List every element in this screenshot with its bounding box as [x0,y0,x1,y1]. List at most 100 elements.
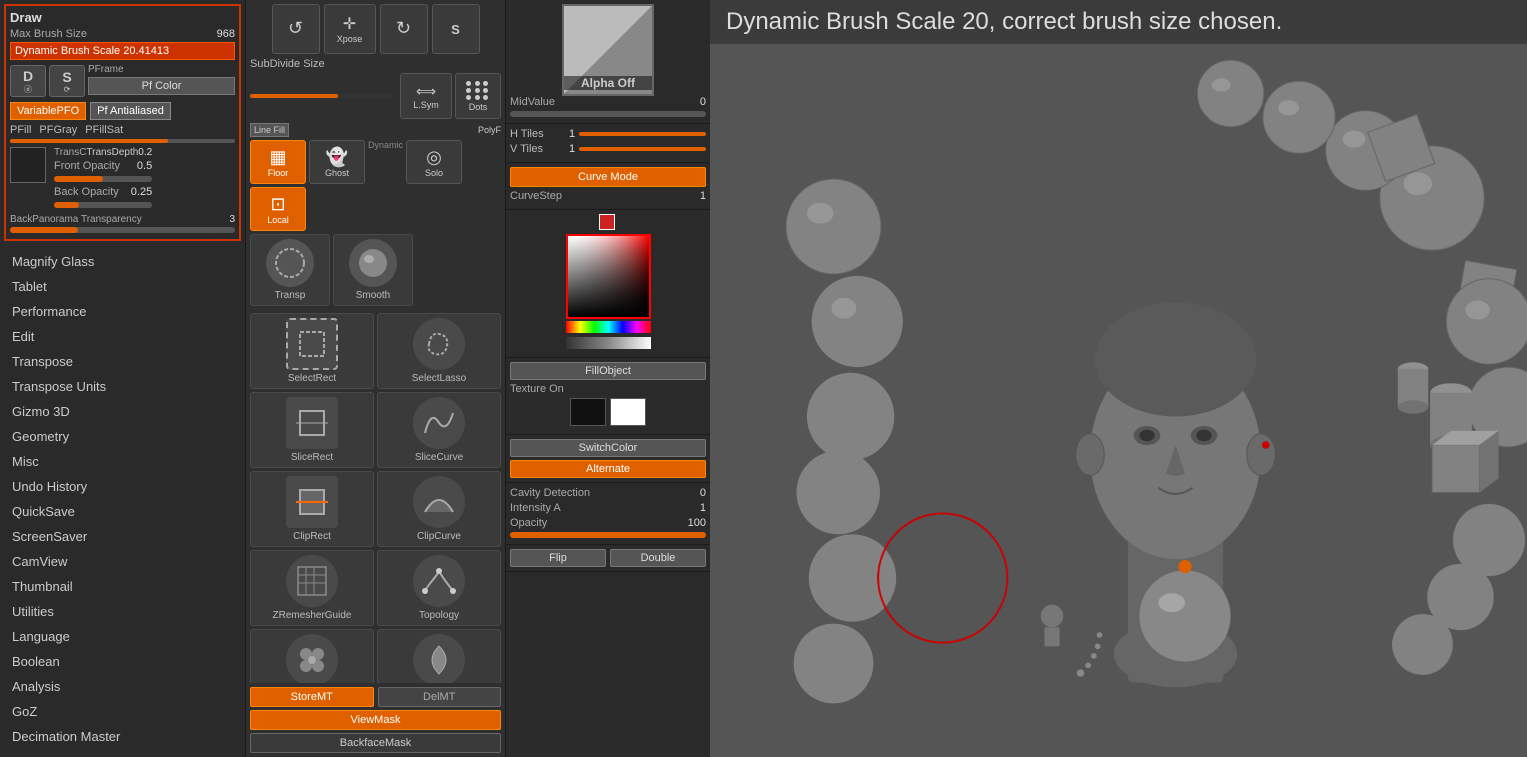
color-picker-section [506,210,710,358]
nav-item-quicksave[interactable]: QuickSave [0,499,245,524]
pfgray-label[interactable]: PFGray [39,124,77,136]
nav-item-undo-history[interactable]: Undo History [0,474,245,499]
smooth-btn[interactable]: Smooth [333,234,413,306]
color-value-bar[interactable] [566,337,651,349]
slicerect-label: SliceRect [291,452,333,463]
nav-item-thumbnail[interactable]: Thumbnail [0,574,245,599]
floor-btn[interactable]: ▦ Floor [250,140,306,184]
nav-item-utilities[interactable]: Utilities [0,599,245,624]
nav-item-decimation[interactable]: Decimation Master [0,724,245,749]
line-fill-badge: Line Fill [250,123,289,137]
nav-item-camview[interactable]: CamView [0,549,245,574]
line-fill-row: Line Fill PolyF [246,123,505,140]
pf-antialiased-btn[interactable]: Pf Antialiased [90,102,171,120]
alpha-off-display: Alpha Off [562,4,654,96]
del-mt-btn[interactable]: DelMT [378,687,502,707]
swatch-black[interactable] [570,398,606,426]
selectrect-btn[interactable]: SelectRect [250,313,374,389]
local-btn[interactable]: ⊡ Local [250,187,306,231]
mid-btn-circle-left[interactable]: ↺ [272,4,320,54]
topology-label: Topology [419,610,459,621]
fill-section: FillObject Texture On [506,358,710,435]
color-picker-area[interactable] [566,234,651,319]
nav-item-gizmo3d[interactable]: Gizmo 3D [0,399,245,424]
curvemulti-btn[interactable]: CurveMultiTube [250,629,374,683]
back-panorama-slider[interactable] [10,227,235,233]
variable-pfo-btn[interactable]: VariablePFO [10,102,86,120]
zremesher-btn[interactable]: ZRemesherGuide [250,550,374,626]
topology-btn[interactable]: Topology [377,550,501,626]
opacity-slider[interactable] [510,532,706,538]
mid-btn-circle-right[interactable]: ↻ [380,4,428,54]
pf-color-btn[interactable]: Pf Color [88,77,235,95]
nav-item-tablet[interactable]: Tablet [0,274,245,299]
alternate-btn[interactable]: Alternate [510,460,706,478]
color-picker-red-swatch[interactable] [599,214,615,230]
back-opacity-slider[interactable] [54,202,152,208]
nav-item-boolean[interactable]: Boolean [0,649,245,674]
fill-object-btn[interactable]: FillObject [510,362,706,380]
nav-item-goz[interactable]: GoZ [0,699,245,724]
nav-item-transpose-units[interactable]: Transpose Units [0,374,245,399]
mid-slider[interactable] [250,94,396,98]
selectrect-label: SelectRect [288,373,336,384]
viewport-header: Dynamic Brush Scale 20, correct brush si… [710,0,1527,44]
trans-color-swatch [10,147,46,183]
flip-btn[interactable]: Flip [510,549,606,567]
curvequad-btn[interactable]: CurveQuadFill [377,629,501,683]
h-tiles-label: H Tiles [510,128,565,140]
transp-btn[interactable]: Transp [250,234,330,306]
draw-s-btn[interactable]: S ⟳ [49,65,85,97]
middle-panel: ↺ ✛ Xpose ↻ S SubDivide Size ⟺ L.Sym [245,0,505,757]
nav-item-performance[interactable]: Performance [0,299,245,324]
nav-item-misc[interactable]: Misc [0,449,245,474]
swatch-white[interactable] [610,398,646,426]
h-tiles-slider[interactable] [579,132,706,136]
midvalue-slider[interactable] [510,111,706,117]
texture-on-label: Texture On [510,383,706,395]
ghost-btn[interactable]: 👻 Ghost [309,140,365,184]
cliprect-btn[interactable]: ClipRect [250,471,374,547]
dynamic-brush-row[interactable]: Dynamic Brush Scale 20.41413 [10,42,235,60]
max-brush-val: 968 [217,28,235,40]
draw-d-btn[interactable]: D ⓓ [10,65,46,97]
double-btn[interactable]: Double [610,549,706,567]
color-hue-bar[interactable] [566,321,651,333]
clipcurve-btn[interactable]: ClipCurve [377,471,501,547]
nav-item-magnify[interactable]: Magnify Glass [0,249,245,274]
switch-color-btn[interactable]: SwitchColor [510,439,706,457]
v-tiles-slider[interactable] [579,147,706,151]
nav-item-geometry[interactable]: Geometry [0,424,245,449]
backface-mask-btn[interactable]: BackfaceMask [250,733,501,753]
nav-item-transpose[interactable]: Transpose [0,349,245,374]
nav-item-screensaver[interactable]: ScreenSaver [0,524,245,549]
nav-item-edit[interactable]: Edit [0,324,245,349]
back-panorama-label: BackPanorama Transparency [10,214,142,225]
store-mt-btn[interactable]: StoreMT [250,687,374,707]
pfill-sat-label[interactable]: PFillSat [85,124,123,136]
curve-mode-btn[interactable]: Curve Mode [510,167,706,187]
front-opacity-slider[interactable] [54,176,152,182]
nav-item-language[interactable]: Language [0,624,245,649]
zremesher-label: ZRemesherGuide [273,610,352,621]
props-panel: Alpha Off MidValue 0 H Tiles 1 V Tiles 1… [505,0,710,757]
flip-section: Flip Double [506,545,710,572]
slicecurve-btn[interactable]: SliceCurve [377,392,501,468]
pfill-slider[interactable] [10,139,235,143]
solo-btn[interactable]: ◎ Solo [406,140,462,184]
store-del-row: StoreMT DelMT ViewMask BackfaceMask [246,683,505,757]
selectlasso-btn[interactable]: SelectLasso [377,313,501,389]
nav-item-analysis[interactable]: Analysis [0,674,245,699]
lsym-btn[interactable]: ⟺ L.Sym [400,73,452,119]
mid-btn-s[interactable]: S [432,4,480,54]
viewport-scene [710,0,1527,757]
pfill-label[interactable]: PFill [10,124,31,136]
opacity-block: TransC TransDepth 0.2 Front Opacity 0.5 … [54,147,152,210]
mid-row2: ⟺ L.Sym Dots [246,73,505,123]
xpose-btn[interactable]: ✛ Xpose [324,4,376,54]
trans-depth-label: TransDepth [86,147,138,158]
view-mask-btn[interactable]: ViewMask [250,710,501,730]
max-brush-label: Max Brush Size [10,28,87,40]
dots-btn[interactable]: Dots [455,73,501,119]
slicerect-btn[interactable]: SliceRect [250,392,374,468]
